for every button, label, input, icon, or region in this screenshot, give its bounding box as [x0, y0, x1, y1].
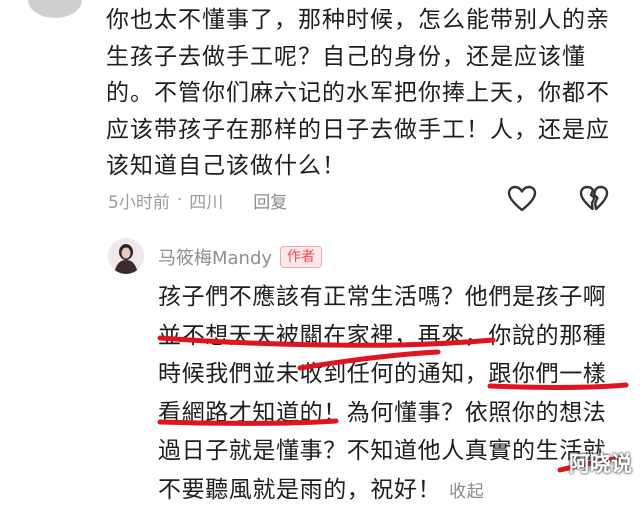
- watermark: 阿晓说: [569, 452, 632, 476]
- heart-outline-icon[interactable]: [506, 183, 538, 215]
- author-portrait-icon: [108, 238, 144, 274]
- collapse-button[interactable]: 收起: [449, 482, 484, 502]
- comment-time: 5小时前: [108, 192, 170, 213]
- reply-text: 孩子們不應該有正常生活嗎？他們是孩子啊並不想天天被關在家裡，再來，你說的那種時候…: [158, 278, 628, 511]
- author-badge: 作者: [280, 246, 323, 268]
- author-avatar[interactable]: [108, 238, 144, 274]
- commenter-avatar[interactable]: [28, 0, 82, 18]
- broken-heart-icon[interactable]: [578, 183, 610, 215]
- author-name[interactable]: 马筱梅Mandy: [158, 244, 272, 270]
- reply-body: 孩子們不應該有正常生活嗎？他們是孩子啊並不想天天被關在家裡，再來，你說的那種時候…: [158, 284, 607, 503]
- comment-location: 四川: [189, 192, 224, 213]
- author-row: 马筱梅Mandy 作者: [158, 244, 323, 270]
- reply-button[interactable]: 回复: [253, 188, 287, 213]
- comment-text: 你也太不懂事了，那种时候，怎么能带别人的亲生孩子去做手工呢？自己的身份，还是应该…: [106, 7, 610, 179]
- meta-separator: ·: [176, 190, 183, 210]
- comment-meta: 5小时前 · 四川 回复: [108, 186, 287, 214]
